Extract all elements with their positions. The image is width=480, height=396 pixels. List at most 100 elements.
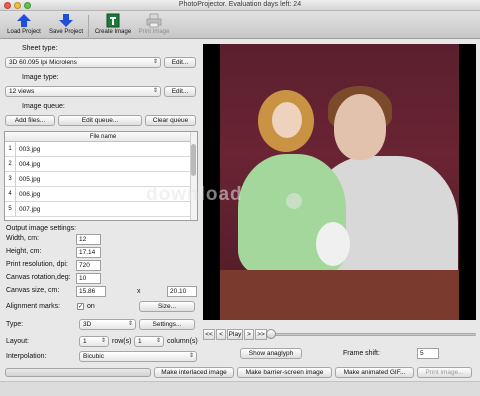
photo-detail [272, 102, 302, 138]
edit-sheet-button[interactable]: Edit... [164, 57, 196, 68]
image-preview [203, 44, 476, 320]
photo-detail [316, 222, 350, 266]
sheet-type-label: Sheet type: [22, 45, 58, 52]
alignment-marks-label: Alignment marks: [6, 303, 61, 310]
make-animated-gif-button[interactable]: Make animated GIF... [335, 367, 414, 378]
file-name-cell: 006.jpg [19, 191, 41, 198]
alignment-on-label: on [87, 303, 95, 310]
print-resolution-field[interactable]: 720 [76, 260, 101, 271]
first-frame-button[interactable]: << [203, 329, 215, 340]
image-type-select[interactable]: 12 views ⇕ [5, 86, 161, 97]
upload-arrow-icon [17, 14, 31, 27]
create-image-button[interactable]: Create Image [94, 13, 132, 35]
progress-bar [5, 368, 151, 377]
canvas-width-field: 15.86 [76, 286, 106, 297]
sheet-type-select[interactable]: 3D 60.095 lpi Microlens ⇕ [5, 57, 161, 68]
layout-rows-select[interactable]: 1 ⇕ [79, 336, 109, 347]
create-image-icon [106, 13, 120, 28]
canvas-rotation-label: Canvas rotation,deg: [6, 274, 71, 281]
frame-slider-knob[interactable] [266, 329, 276, 339]
interpolation-label: Interpolation: [6, 353, 47, 360]
load-project-label: Load Project [7, 29, 41, 35]
layout-rows-value: 1 [83, 338, 87, 345]
queue-scroll-thumb[interactable] [191, 144, 196, 176]
row-index: 4 [5, 187, 16, 202]
watermark-text: download [146, 184, 243, 205]
file-name-cell: 004.jpg [19, 161, 41, 168]
table-row[interactable]: 1 003.jpg [5, 142, 197, 157]
next-frame-button[interactable]: > [244, 329, 254, 340]
image-type-label: Image type: [22, 74, 59, 81]
table-header[interactable]: File name [5, 132, 197, 142]
file-name-cell: 003.jpg [19, 146, 41, 153]
show-anaglyph-button[interactable]: Show anaglyph [240, 348, 302, 359]
width-label: Width, cm: [6, 235, 40, 242]
image-type-value: 12 views [9, 88, 35, 95]
print-resolution-label: Print resolution, dpi: [6, 261, 68, 268]
layout-label: Layout: [6, 338, 29, 345]
sheet-type-value: 3D 60.095 lpi Microlens [9, 59, 77, 66]
columns-label: column(s) [167, 338, 198, 345]
alignment-marks-checkbox[interactable]: ✓ [77, 303, 84, 310]
image-queue-table[interactable]: File name 1 003.jpg 2 004.jpg 3 005.jpg 4 00… [4, 131, 198, 221]
print-image-toolbar-button[interactable]: Print Image [136, 13, 172, 35]
status-bar [0, 381, 480, 396]
print-image-toolbar-label: Print Image [138, 29, 170, 35]
file-name-cell: 007.jpg [19, 206, 41, 213]
settings-button[interactable]: Settings... [139, 319, 195, 330]
make-interlaced-image-button[interactable]: Make interlaced image [154, 367, 234, 378]
type-value: 3D [83, 321, 92, 328]
layout-columns-select[interactable]: 1 ⇕ [134, 336, 164, 347]
edit-image-type-button[interactable]: Edit... [164, 86, 196, 97]
updown-arrows-icon: ⇕ [100, 338, 106, 344]
play-button[interactable]: Play [227, 329, 243, 340]
frame-shift-label: Frame shift: [343, 350, 380, 357]
load-project-button[interactable]: Load Project [6, 13, 42, 35]
row-index: 5 [5, 202, 16, 217]
updown-arrows-icon: ⇕ [152, 88, 158, 94]
frame-slider[interactable] [270, 333, 476, 336]
window-title: PhotoProjector. Evaluation days left: 24 [178, 1, 302, 8]
updown-arrows-icon: ⇕ [152, 59, 158, 65]
toolbar-separator [88, 15, 89, 37]
table-row[interactable]: 2 004.jpg [5, 157, 197, 172]
file-name-cell: 005.jpg [19, 176, 41, 183]
clear-queue-button[interactable]: Clear queue [145, 115, 196, 126]
layout-columns-value: 1 [138, 338, 142, 345]
create-image-label: Create Image [94, 29, 132, 35]
updown-arrows-icon: ⇕ [155, 338, 161, 344]
canvas-size-label: Canvas size, cm: [6, 287, 60, 294]
height-field[interactable]: 17.14 [76, 247, 101, 258]
width-field[interactable]: 12 [76, 234, 101, 245]
preview-photo [220, 44, 459, 320]
row-index: 2 [5, 157, 16, 172]
canvas-height-field: 20.10 [167, 286, 197, 297]
previous-frame-button[interactable]: < [216, 329, 226, 340]
updown-arrows-icon: ⇕ [188, 353, 194, 359]
watermark-badge-icon [286, 193, 302, 209]
interpolation-value: Bicubic [83, 353, 104, 360]
type-select[interactable]: 3D ⇕ [79, 319, 136, 330]
row-index: 3 [5, 172, 16, 187]
make-barrier-screen-image-button[interactable]: Make barrier-screen image [237, 367, 332, 378]
canvas-times-label: x [137, 288, 141, 295]
queue-scrollbar[interactable] [190, 132, 197, 220]
printer-icon [146, 13, 162, 28]
type-label: Type: [6, 321, 24, 328]
size-button[interactable]: Size... [139, 301, 195, 312]
row-index: 1 [5, 142, 16, 157]
frame-shift-field[interactable]: 5 [417, 348, 439, 359]
window-titlebar: PhotoProjector. Evaluation days left: 24 [0, 0, 480, 11]
add-files-button[interactable]: Add files... [5, 115, 55, 126]
download-arrow-icon [59, 14, 73, 27]
save-project-button[interactable]: Save Project [48, 13, 84, 35]
output-settings-heading: Output image settings: [6, 225, 77, 232]
canvas-rotation-field[interactable]: 10 [76, 273, 101, 284]
edit-queue-button[interactable]: Edit queue... [58, 115, 142, 126]
rows-label: row(s) [112, 338, 132, 345]
print-image-button[interactable]: Print image... [417, 367, 472, 378]
photo-detail [334, 94, 386, 160]
interpolation-select[interactable]: Bicubic ⇕ [79, 351, 197, 362]
save-project-label: Save Project [48, 29, 84, 35]
image-queue-label: Image queue: [22, 103, 65, 110]
